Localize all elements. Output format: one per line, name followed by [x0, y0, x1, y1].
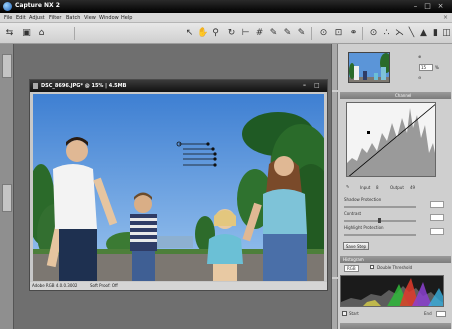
toolbar-separator [74, 27, 75, 40]
menu-adjust[interactable]: Adjust [29, 15, 45, 21]
black-point-icon[interactable]: ✎ [282, 28, 293, 39]
double-threshold-label: Double Threshold [377, 265, 413, 270]
color-control-point-icon[interactable]: ⊙ [368, 28, 379, 39]
menu-view[interactable]: View [84, 15, 96, 21]
birds-eye-tab[interactable] [332, 44, 338, 90]
close-icon[interactable]: × [436, 2, 445, 10]
output-label: Output [390, 185, 404, 190]
lasso-icon[interactable]: ⋋ [394, 28, 405, 39]
collapsed-panel-header[interactable] [340, 323, 451, 329]
browser-icon[interactable]: ⇆ [4, 28, 15, 39]
image-window: DSC_8696.JPG* @ 15% | 4.5MB – □ Adobe RG… [29, 79, 328, 291]
shadow-protection-slider[interactable] [344, 206, 416, 208]
toolbar-separator [311, 27, 312, 40]
rgb-histogram [341, 278, 443, 306]
contrast-slider-thumb[interactable] [378, 218, 381, 223]
eyedropper-icon[interactable]: ✎ [346, 184, 349, 189]
control-point-icon[interactable]: ∴ [381, 28, 392, 39]
save-step-button[interactable]: Save Step [343, 242, 369, 250]
minimize-icon[interactable]: – [411, 2, 420, 10]
soft-proof-label[interactable]: Soft Proof: Off [90, 283, 118, 288]
mask-icon[interactable]: ◫ [441, 28, 452, 39]
end-field[interactable] [436, 311, 446, 317]
white-point-icon[interactable]: ✎ [296, 28, 307, 39]
menu-help[interactable]: Help [121, 15, 132, 21]
document-icon [33, 83, 38, 89]
image-window-title: DSC_8696.JPG* @ 15% | 4.5MB [41, 83, 127, 89]
eyedropper-icon[interactable]: ✎ [268, 28, 279, 39]
arrow-select-icon[interactable]: ↖ [184, 28, 195, 39]
browser-tab[interactable] [2, 54, 12, 78]
app-logo-icon [3, 2, 12, 11]
contrast-label: Contrast [344, 211, 362, 216]
menu-file[interactable]: File [4, 15, 12, 21]
zoom-in-icon[interactable]: ⊕ [418, 54, 421, 59]
zoom-input[interactable]: 15 [419, 64, 433, 71]
menu-filter[interactable]: Filter [49, 15, 61, 21]
menu-batch[interactable]: Batch [66, 15, 80, 21]
histogram-header[interactable]: Histogram [340, 256, 451, 263]
input-label: Input [360, 185, 371, 190]
crop-icon[interactable]: # [254, 28, 265, 39]
histogram-graph [340, 275, 444, 307]
output-value: 49 [410, 185, 416, 190]
end-label: End [424, 311, 432, 316]
highlight-protection-field[interactable] [430, 228, 444, 235]
highlight-protection-label: Highlight Protection [344, 225, 384, 230]
edit-list-tab[interactable] [332, 92, 338, 277]
menu-bar: File Edit Adjust Filter Batch View Windo… [0, 13, 452, 23]
toolbar-separator [362, 27, 363, 40]
main-toolbar: ⇆ ▣ ⌂ ↖ ✋ ⚲ ↻ ⊢ # ✎ ✎ ✎ ⊙ ⊡ ⚭ ⊙ ∴ ⋋ ╲ ▲ … [0, 23, 452, 44]
photo-canvas[interactable] [33, 94, 324, 281]
input-value: 8 [376, 185, 379, 190]
birds-eye-thumbnail[interactable] [348, 52, 390, 83]
straighten-icon[interactable]: ⊢ [240, 28, 251, 39]
curves-graph[interactable] [346, 102, 436, 177]
start-field[interactable] [342, 311, 347, 316]
gradient-icon[interactable]: ▮ [430, 28, 441, 39]
app-title: Capture NX 2 [15, 2, 60, 9]
maximize-icon[interactable]: □ [423, 2, 432, 10]
channel-label: Channel [395, 93, 412, 98]
close-document-icon[interactable]: × [443, 14, 448, 21]
zoom-icon[interactable]: ⚲ [210, 28, 221, 39]
thumbnail-image [349, 53, 389, 82]
brush-icon[interactable]: ╲ [406, 28, 417, 39]
metadata-tab[interactable] [2, 184, 12, 212]
histogram-title: Histogram [343, 257, 364, 262]
menu-window[interactable]: Window [99, 15, 119, 21]
start-label: Start [349, 311, 359, 316]
maximize-icon[interactable]: □ [314, 82, 320, 89]
save-icon[interactable]: ⌂ [36, 28, 47, 39]
histogram-channel-select[interactable]: RGB [344, 265, 359, 272]
open-icon[interactable]: ▣ [21, 28, 32, 39]
app-title-bar: Capture NX 2 – □ × [0, 0, 452, 13]
menu-edit[interactable]: Edit [16, 15, 26, 21]
left-panel-strip [0, 44, 14, 329]
image-window-titlebar: DSC_8696.JPG* @ 15% | 4.5MB – □ [30, 80, 327, 92]
fill-icon[interactable]: ▲ [418, 28, 429, 39]
double-threshold-checkbox[interactable] [370, 265, 374, 269]
color-profile-label: Adobe RGB 4.0.0.3002 [32, 283, 78, 288]
shadow-protection-label: Shadow Protection [344, 197, 382, 202]
levels-curves-header[interactable]: Channel [340, 92, 451, 99]
photo-info-tab[interactable] [332, 279, 338, 329]
curves-histogram [347, 104, 435, 176]
rotate-icon[interactable]: ↻ [226, 28, 237, 39]
hand-icon[interactable]: ✋ [197, 28, 208, 39]
zoom-unit-label: % [435, 65, 439, 70]
image-status-bar: Adobe RGB 4.0.0.3002 Soft Proof: Off [30, 282, 327, 290]
highlight-protection-slider[interactable] [344, 234, 416, 236]
red-eye-icon[interactable]: ⊙ [318, 28, 329, 39]
minimize-icon[interactable]: – [303, 82, 306, 89]
zoom-out-icon[interactable]: ⊖ [418, 75, 421, 80]
auto-retouch-icon[interactable]: ⚭ [348, 28, 359, 39]
contrast-field[interactable] [430, 214, 444, 221]
family-photo [33, 94, 324, 281]
shadow-protection-field[interactable] [430, 201, 444, 208]
right-tools-panel: ⊕ 15 % ⊖ Channel ✎ Input 8 Output 49 Sha… [331, 44, 452, 329]
fit-window-icon[interactable]: ⊡ [333, 28, 344, 39]
